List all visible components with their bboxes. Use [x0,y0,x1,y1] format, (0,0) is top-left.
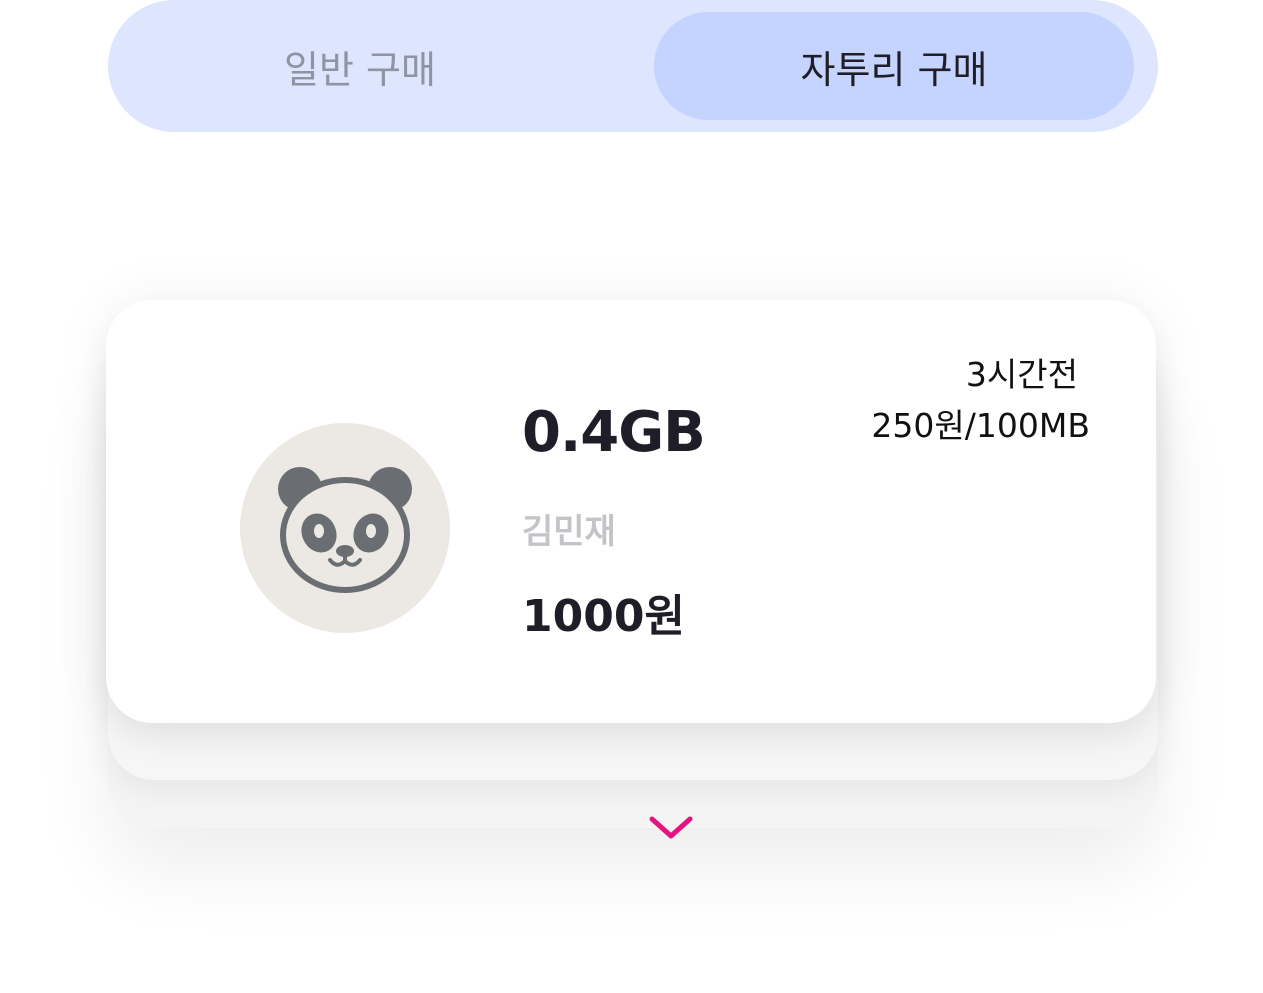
avatar [240,423,450,633]
data-amount: 0.4GB [522,400,706,465]
listing-card[interactable]: 0.4GB 김민재 1000원 3시간전 250원/100MB [106,300,1156,723]
expand-button[interactable] [646,810,696,846]
posted-time: 3시간전 [965,355,1078,394]
listing-price: 1000원 [522,591,685,642]
purchase-type-tabs: 일반 구매 자투리 구매 [108,0,1158,132]
screen: 일반 구매 자투리 구매 0.4GB 김민재 1000원 3시간전 250원/1… [0,0,1263,993]
unit-price: 250원/100MB [871,406,1090,445]
tab-normal-purchase[interactable]: 일반 구매 [120,12,600,120]
panda-icon [278,467,412,593]
seller-name: 김민재 [522,512,616,552]
tab-leftover-purchase[interactable]: 자투리 구매 [654,12,1134,120]
chevron-down-icon [649,816,693,839]
